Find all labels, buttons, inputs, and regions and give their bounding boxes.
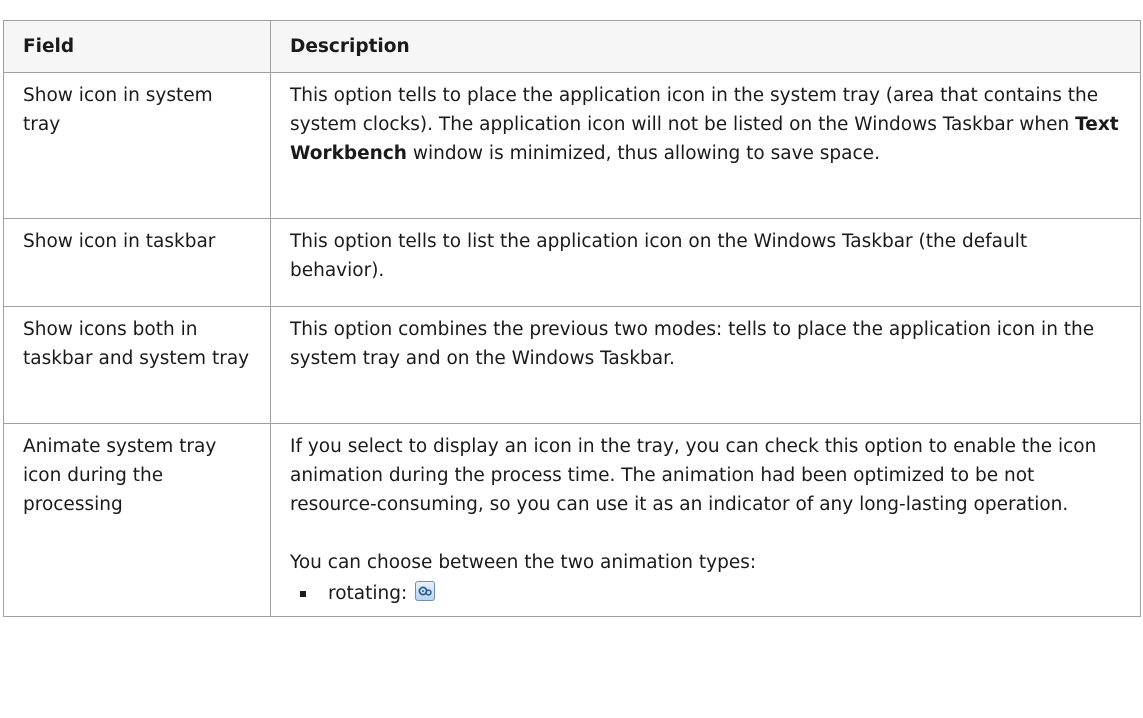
description-text: This option tells to place the applicati… [290,85,1099,135]
field-cell: Show icon in taskbar [3,218,271,307]
table-row: Animate system tray icon during the proc… [3,423,1141,617]
description-cell: This option combines the previous two mo… [270,306,1141,424]
options-table: Field Description Show icon in system tr… [3,20,1141,617]
field-cell: Animate system tray icon during the proc… [3,423,271,617]
table-row: Show icons both in taskbar and system tr… [3,306,1141,424]
description-paragraph: You can choose between the two animation… [290,552,757,573]
description-text: window is minimized, thus allowing to sa… [406,143,880,164]
field-column-header: Field [3,20,271,73]
description-cell: This option tells to place the applicati… [270,72,1141,219]
description-column-header: Description [270,20,1141,73]
animation-types-list: rotating: [290,579,1124,608]
table-header-row: Field Description [3,20,1141,73]
rotating-gears-icon [415,581,436,601]
animation-type-label: rotating: [328,583,408,604]
description-paragraph: If you select to display an icon in the … [290,436,1097,515]
description-cell: If you select to display an icon in the … [270,423,1141,617]
field-cell: Show icons both in taskbar and system tr… [3,306,271,424]
help-page: Field Description Show icon in system tr… [0,0,1143,718]
table-row: Show icon in taskbar This option tells t… [3,218,1141,307]
field-cell: Show icon in system tray [3,72,271,219]
table-row: Show icon in system tray This option tel… [3,72,1141,219]
list-item: rotating: [300,579,1124,608]
description-cell: This option tells to list the applicatio… [270,218,1141,307]
